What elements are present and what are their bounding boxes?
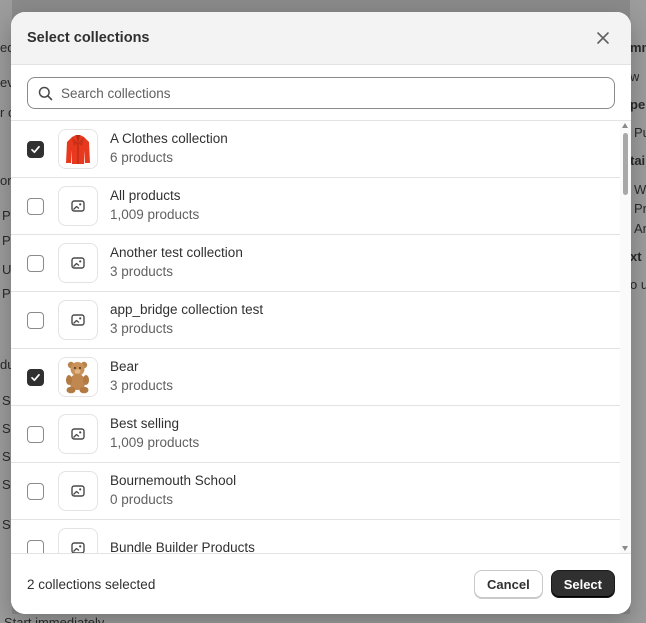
- collection-thumbnail: [58, 414, 98, 454]
- search-section: [11, 65, 631, 121]
- backdrop-text: w: [630, 69, 640, 84]
- search-box[interactable]: [27, 77, 615, 109]
- collection-checkbox[interactable]: [27, 482, 44, 500]
- modal-title: Select collections: [27, 30, 150, 46]
- backdrop-text: Start immediately: [4, 615, 105, 623]
- collection-product-count: 3 products: [110, 321, 174, 336]
- collection-text: Another test collection 3 products: [110, 244, 243, 282]
- collection-thumbnail: [58, 528, 98, 553]
- collection-list-area[interactable]: A Clothes collection 6 products All produc…: [11, 121, 631, 553]
- backdrop-text: pe: [630, 97, 646, 112]
- backdrop-text: U: [2, 262, 12, 277]
- collection-text: A Clothes collection 6 products: [110, 130, 228, 168]
- backdrop-text: P: [2, 286, 11, 301]
- selection-count: 2 collections selected: [27, 576, 156, 592]
- backdrop-text: Pr: [634, 201, 646, 216]
- image-placeholder-icon: [71, 542, 85, 553]
- image-placeholder-icon: [71, 200, 85, 212]
- checkmark-icon: [31, 373, 40, 381]
- collection-title: Bear: [110, 359, 139, 374]
- collection-title: Bundle Builder Products: [110, 540, 255, 553]
- search-icon: [38, 86, 53, 100]
- backdrop-text: xt: [630, 249, 642, 264]
- collection-checkbox[interactable]: [27, 197, 44, 215]
- checkmark-icon: [31, 145, 40, 153]
- collection-thumbnail: [58, 243, 98, 283]
- select-button[interactable]: Select: [550, 570, 615, 598]
- backdrop-text: o up: [630, 277, 646, 292]
- search-input[interactable]: [61, 85, 604, 101]
- modal-header: Select collections: [11, 12, 631, 65]
- collection-checkbox[interactable]: [27, 539, 44, 553]
- scrollbar[interactable]: [620, 121, 631, 553]
- scroll-down-icon[interactable]: [622, 546, 628, 551]
- collection-title: app_bridge collection test: [110, 302, 264, 317]
- backdrop-text: S: [2, 517, 11, 532]
- select-collections-modal: Select collections A Clothes collection 6…: [11, 12, 631, 614]
- backdrop-text: S: [2, 449, 11, 464]
- collection-checkbox[interactable]: [27, 311, 44, 329]
- collection-checkbox[interactable]: [27, 368, 44, 386]
- modal-footer: 2 collections selected Cancel Select: [11, 553, 631, 614]
- collection-text: Bear 3 products: [110, 358, 173, 396]
- backdrop-text: Pu: [634, 125, 646, 140]
- footer-buttons: Cancel Select: [474, 570, 615, 598]
- scrollbar-thumb[interactable]: [623, 133, 628, 195]
- collection-row[interactable]: Best selling 1,009 products: [11, 406, 620, 463]
- image-placeholder-icon: [71, 428, 85, 440]
- image-placeholder-icon: [71, 314, 85, 326]
- backdrop-text: S: [2, 477, 11, 492]
- teddy-bear-icon: [59, 358, 97, 396]
- backdrop-text: W: [634, 182, 646, 197]
- backdrop-text: mm: [630, 40, 646, 55]
- collection-product-count: 6 products: [110, 150, 174, 165]
- collection-checkbox[interactable]: [27, 140, 44, 158]
- collection-text: app_bridge collection test 3 products: [110, 301, 263, 339]
- collection-thumbnail: [58, 357, 98, 397]
- collection-product-count: 0 products: [110, 492, 174, 507]
- collection-product-count: 3 products: [110, 378, 174, 393]
- red-jacket-icon: [59, 130, 97, 168]
- close-button[interactable]: [591, 26, 615, 50]
- collection-title: Best selling: [110, 416, 180, 431]
- collection-checkbox[interactable]: [27, 254, 44, 272]
- backdrop-bottom: Start immediately: [0, 614, 646, 623]
- backdrop-right: mm w pe Pu tai W Pr Ar xt o up: [630, 0, 646, 623]
- collection-title: All products: [110, 188, 181, 203]
- backdrop-text: Ar: [634, 221, 646, 236]
- collection-list: A Clothes collection 6 products All produc…: [11, 121, 620, 553]
- collection-thumbnail: [58, 129, 98, 169]
- backdrop-text: S: [2, 393, 11, 408]
- collection-product-count: 1,009 products: [110, 435, 200, 450]
- collection-text: All products 1,009 products: [110, 187, 199, 225]
- collection-product-count: 1,009 products: [110, 207, 200, 222]
- collection-text: Bundle Builder Products: [110, 539, 255, 553]
- collection-text: Bournemouth School 0 products: [110, 472, 236, 510]
- backdrop-text: P: [2, 208, 11, 223]
- image-placeholder-icon: [71, 485, 85, 497]
- backdrop-text: P: [2, 233, 11, 248]
- collection-product-count: 3 products: [110, 264, 174, 279]
- backdrop-text: S: [2, 421, 11, 436]
- scroll-up-icon[interactable]: [622, 123, 628, 128]
- collection-thumbnail: [58, 186, 98, 226]
- cancel-button[interactable]: Cancel: [474, 570, 543, 598]
- collection-row[interactable]: All products 1,009 products: [11, 178, 620, 235]
- collection-row[interactable]: app_bridge collection test 3 products: [11, 292, 620, 349]
- close-icon: [597, 32, 609, 44]
- collection-title: Bournemouth School: [110, 473, 237, 488]
- collection-checkbox[interactable]: [27, 425, 44, 443]
- collection-row[interactable]: Bear 3 products: [11, 349, 620, 406]
- collection-row[interactable]: Bournemouth School 0 products: [11, 463, 620, 520]
- image-placeholder-icon: [71, 257, 85, 269]
- collection-thumbnail: [58, 300, 98, 340]
- collection-title: A Clothes collection: [110, 131, 228, 146]
- backdrop-text: tai: [630, 153, 646, 168]
- collection-row[interactable]: Another test collection 3 products: [11, 235, 620, 292]
- collection-row[interactable]: A Clothes collection 6 products: [11, 121, 620, 178]
- collection-title: Another test collection: [110, 245, 243, 260]
- collection-row[interactable]: Bundle Builder Products: [11, 520, 620, 553]
- collection-text: Best selling 1,009 products: [110, 415, 199, 453]
- collection-thumbnail: [58, 471, 98, 511]
